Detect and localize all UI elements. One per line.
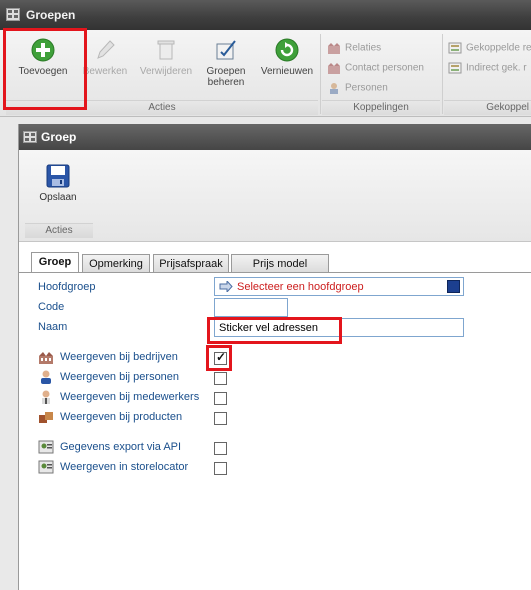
option-producten-label: Weergeven bij producten	[60, 410, 183, 423]
naam-label: Naam	[38, 321, 68, 333]
option-storelocator-label: Weergeven in storelocator	[60, 460, 189, 473]
groups-window-icon	[6, 8, 20, 21]
checkbox-personen[interactable]	[214, 372, 227, 385]
tab-prijs-model[interactable]: Prijs model	[231, 254, 329, 272]
dialog-titlebar: Groep	[19, 124, 531, 150]
option-bedrijven-label: Weergeven bij bedrijven	[60, 350, 178, 363]
refresh-button-label: Vernieuwen	[260, 66, 314, 77]
highlight-naam-field	[207, 317, 342, 344]
highlight-add-button	[3, 28, 87, 110]
checkbox-storelocator[interactable]	[214, 462, 227, 475]
storelocator-icon	[38, 460, 54, 474]
hoofdgroep-field[interactable]: Selecteer een hoofdgroep	[214, 277, 464, 296]
dialog-acties-label: Acties	[25, 223, 93, 238]
option-api-export-label: Gegevens export via API	[60, 440, 182, 453]
main-titlebar: Groepen	[0, 0, 531, 30]
option-personen: Weergeven bij personen	[38, 370, 179, 386]
option-medewerkers: Weergeven bij medewerkers	[38, 390, 199, 406]
edit-button-label: Bewerken	[82, 66, 128, 77]
manage-groups-button[interactable]: Groepen beheren	[200, 34, 252, 98]
group-dialog: Groep Opslaan Acties Groep Opmerking Pri…	[18, 124, 531, 590]
gekoppeld-group-label: Gekoppel	[444, 100, 531, 115]
window-title: Groepen	[26, 8, 76, 22]
save-icon	[46, 164, 70, 188]
linked-label: Gekoppelde re	[466, 42, 531, 54]
groups-window-icon	[23, 131, 37, 143]
contacts-label: Contact personen	[345, 62, 424, 74]
relations-label: Relaties	[345, 42, 382, 54]
tab-opmerking[interactable]: Opmerking	[82, 254, 150, 272]
tabs-divider	[19, 272, 531, 273]
option-bedrijven: Weergeven bij bedrijven	[38, 350, 178, 366]
tab-prijsafspraak[interactable]: Prijsafspraak	[153, 254, 229, 272]
products-icon	[39, 412, 53, 423]
dialog-ribbon: Opslaan Acties	[19, 150, 531, 242]
company-icon	[39, 352, 53, 364]
highlight-checkbox-bedrijven	[206, 345, 232, 371]
employee-icon	[42, 390, 50, 404]
manage-groups-icon	[216, 40, 236, 60]
ribbon-separator	[320, 34, 321, 114]
save-button[interactable]: Opslaan	[27, 158, 89, 220]
persons-link[interactable]: Personen	[327, 82, 388, 98]
indirect-linked-icon	[448, 62, 462, 74]
checkbox-medewerkers[interactable]	[214, 392, 227, 405]
checkbox-producten[interactable]	[214, 412, 227, 425]
linked-link[interactable]: Gekoppelde re	[448, 42, 531, 58]
refresh-icon	[275, 38, 299, 62]
contacts-link[interactable]: Contact personen	[327, 62, 424, 78]
relations-icon	[328, 43, 340, 54]
contacts-icon	[328, 63, 340, 74]
api-export-icon	[38, 440, 54, 454]
checkbox-api-export[interactable]	[214, 442, 227, 455]
delete-button[interactable]: Verwijderen	[134, 34, 198, 98]
person-icon	[330, 83, 338, 94]
tab-groep[interactable]: Groep	[31, 252, 79, 273]
dialog-title: Groep	[41, 130, 77, 144]
hoofdgroep-placeholder: Selecteer een hoofdgroep	[237, 281, 364, 293]
delete-button-label: Verwijderen	[139, 66, 193, 77]
lookup-icon[interactable]	[447, 280, 460, 293]
option-storelocator: Weergeven in storelocator	[38, 460, 188, 476]
code-label: Code	[38, 301, 65, 313]
indirect-linked-link[interactable]: Indirect gek. r	[448, 62, 527, 78]
indirect-linked-label: Indirect gek. r	[466, 62, 527, 74]
linked-icon	[448, 42, 462, 54]
manage-groups-button-label: Groepen beheren	[206, 66, 246, 88]
persons-label: Personen	[345, 82, 388, 94]
delete-icon	[157, 40, 175, 60]
arrow-right-icon	[219, 281, 233, 292]
save-button-label: Opslaan	[39, 192, 77, 203]
option-medewerkers-label: Weergeven bij medewerkers	[60, 390, 200, 403]
edit-icon	[97, 40, 115, 59]
ribbon-separator	[442, 34, 443, 114]
code-field[interactable]	[214, 298, 288, 317]
koppelingen-group-label: Koppelingen	[322, 100, 440, 115]
person-icon	[41, 370, 51, 384]
hoofdgroep-label: Hoofdgroep	[38, 281, 96, 293]
option-personen-label: Weergeven bij personen	[60, 370, 180, 383]
option-producten: Weergeven bij producten	[38, 410, 182, 426]
option-api-export: Gegevens export via API	[38, 440, 181, 456]
relations-link[interactable]: Relaties	[327, 42, 381, 58]
refresh-button[interactable]: Vernieuwen	[256, 34, 318, 98]
